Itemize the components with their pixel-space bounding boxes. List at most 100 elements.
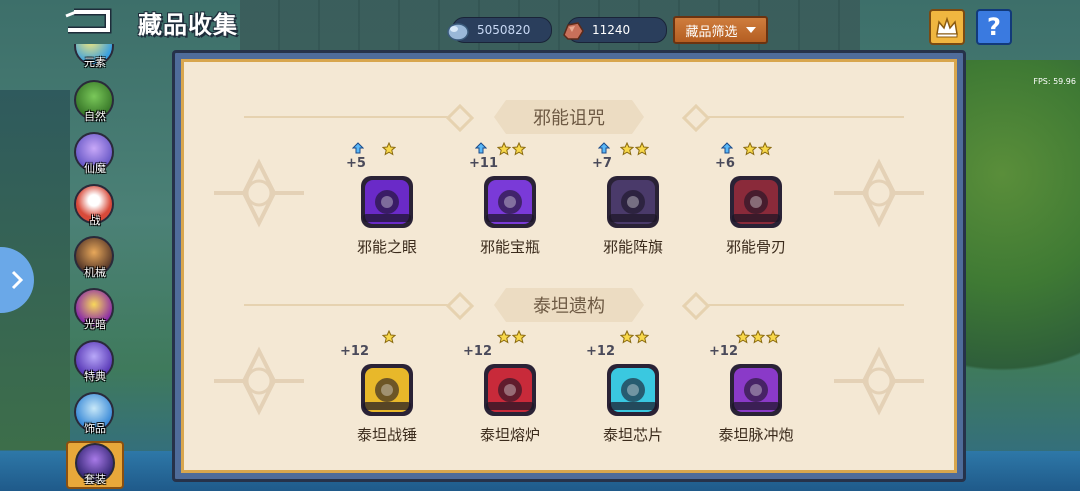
ore-counter: 11240 bbox=[563, 17, 667, 43]
star-icon bbox=[765, 330, 780, 344]
category-label: 光暗 bbox=[84, 318, 106, 331]
ornament-decoration bbox=[214, 158, 304, 228]
fel-banner-icon bbox=[607, 176, 659, 228]
ornament-decoration bbox=[834, 346, 924, 416]
ore-icon bbox=[563, 22, 584, 40]
star-rating bbox=[381, 330, 397, 344]
item-name: 邪能阵旗 bbox=[602, 238, 663, 256]
enhance-level: +12 bbox=[340, 344, 369, 359]
star-icon bbox=[735, 330, 750, 344]
category-nature[interactable]: 自然 bbox=[72, 78, 118, 124]
section-header: 邪能诅咒 bbox=[184, 99, 954, 135]
item-name: 邪能骨刃 bbox=[725, 238, 786, 256]
category-label: 战 bbox=[89, 214, 101, 227]
collection-item[interactable]: +12 泰坦芯片 bbox=[586, 330, 678, 448]
category-battle[interactable]: 战 bbox=[72, 182, 118, 228]
category-light-dark[interactable]: 光暗 bbox=[72, 286, 118, 332]
titan-chip-icon bbox=[607, 364, 659, 416]
ore-count: 11240 bbox=[592, 23, 631, 37]
item-name: 邪能之眼 bbox=[356, 238, 417, 256]
collection-item[interactable]: +11 邪能宝瓶 bbox=[465, 142, 555, 260]
category-element[interactable]: 元素 bbox=[72, 44, 118, 70]
star-rating bbox=[743, 142, 773, 156]
fps-counter: FPS: 59.96 bbox=[1033, 77, 1076, 86]
item-name: 泰坦芯片 bbox=[602, 426, 663, 444]
star-icon bbox=[497, 330, 511, 344]
fel-bone-blade-icon bbox=[730, 176, 782, 228]
ornament-decoration bbox=[834, 158, 924, 228]
item-name: 泰坦熔炉 bbox=[479, 426, 540, 444]
star-icon bbox=[512, 330, 526, 344]
gem-icon bbox=[447, 23, 469, 41]
category-label: 特典 bbox=[84, 370, 106, 383]
enhance-level: +12 bbox=[463, 344, 492, 359]
star-rating bbox=[620, 142, 650, 156]
star-icon bbox=[758, 142, 772, 156]
star-icon bbox=[381, 330, 396, 344]
titan-hammer-icon bbox=[361, 364, 413, 416]
category-demon[interactable]: 仙魔 bbox=[72, 130, 118, 176]
category-sidebar: 元素 自然 仙魔 战 机械 光暗 特典 饰品 套装 bbox=[66, 44, 126, 491]
category-label: 机械 bbox=[84, 266, 106, 279]
category-label: 饰品 bbox=[84, 422, 106, 435]
gem-counter: 5050820 bbox=[447, 17, 552, 43]
category-special[interactable]: 特典 bbox=[72, 338, 118, 384]
collection-panel: 邪能诅咒 泰坦遗构 +5 邪能之眼 +11 邪能宝瓶 +7 邪能阵旗 +6 邪能… bbox=[172, 50, 966, 482]
background-foliage bbox=[950, 60, 1080, 440]
star-rating bbox=[497, 330, 527, 344]
enhance-level: +6 bbox=[715, 156, 735, 171]
collection-item[interactable]: +12 泰坦战锤 bbox=[340, 330, 432, 448]
fel-vase-icon bbox=[484, 176, 536, 228]
star-rating bbox=[620, 330, 650, 344]
star-icon bbox=[497, 142, 511, 156]
enhance-level: +11 bbox=[469, 156, 498, 171]
gem-count: 5050820 bbox=[477, 23, 531, 37]
category-label: 仙魔 bbox=[84, 162, 106, 175]
enhance-level: +5 bbox=[346, 156, 366, 171]
help-button[interactable]: ? bbox=[976, 9, 1012, 45]
collection-item[interactable]: +12 泰坦熔炉 bbox=[463, 330, 555, 448]
section-header: 泰坦遗构 bbox=[184, 287, 954, 323]
category-ornament[interactable]: 饰品 bbox=[72, 390, 118, 436]
enhance-level: +7 bbox=[592, 156, 612, 171]
upgrade-arrow-icon bbox=[475, 142, 487, 154]
upgrade-arrow-icon bbox=[352, 142, 364, 154]
collection-item[interactable]: +12 泰坦脉冲炮 bbox=[709, 330, 801, 448]
section-title: 邪能诅咒 bbox=[494, 100, 644, 134]
star-icon bbox=[635, 142, 649, 156]
category-mech[interactable]: 机械 bbox=[72, 234, 118, 280]
back-button[interactable] bbox=[64, 8, 114, 34]
star-icon bbox=[381, 142, 396, 156]
star-rating bbox=[735, 330, 781, 344]
section-title: 泰坦遗构 bbox=[494, 288, 644, 322]
star-icon bbox=[620, 330, 634, 344]
titan-pulse-cannon-icon bbox=[730, 364, 782, 416]
category-label: 套装 bbox=[84, 473, 106, 486]
category-set[interactable]: 套装 bbox=[66, 441, 124, 491]
back-arrow-icon bbox=[65, 8, 112, 34]
star-icon bbox=[635, 330, 649, 344]
star-rating bbox=[381, 142, 397, 156]
collection-item[interactable]: +7 邪能阵旗 bbox=[588, 142, 678, 260]
filter-label: 藏品筛选 bbox=[685, 24, 738, 40]
chevron-down-icon bbox=[745, 27, 756, 33]
fel-eye-icon bbox=[361, 176, 413, 228]
item-name: 泰坦战锤 bbox=[356, 426, 417, 444]
collection-item[interactable]: +5 邪能之眼 bbox=[342, 142, 432, 260]
star-icon bbox=[512, 142, 526, 156]
item-name: 泰坦脉冲炮 bbox=[718, 426, 794, 444]
star-icon bbox=[743, 142, 757, 156]
upgrade-arrow-icon bbox=[721, 142, 733, 154]
crown-icon bbox=[936, 16, 958, 38]
crown-button[interactable] bbox=[929, 9, 965, 45]
collection-panel-inner[interactable]: 邪能诅咒 泰坦遗构 +5 邪能之眼 +11 邪能宝瓶 +7 邪能阵旗 +6 邪能… bbox=[181, 59, 957, 473]
enhance-level: +12 bbox=[709, 344, 738, 359]
collection-item[interactable]: +6 邪能骨刃 bbox=[711, 142, 801, 260]
category-label: 元素 bbox=[84, 56, 106, 69]
enhance-level: +12 bbox=[586, 344, 615, 359]
upgrade-arrow-icon bbox=[598, 142, 610, 154]
collection-filter-button[interactable]: 藏品筛选 bbox=[673, 16, 768, 44]
item-name: 邪能宝瓶 bbox=[479, 238, 540, 256]
star-icon bbox=[750, 330, 765, 344]
ornament-decoration bbox=[214, 346, 304, 416]
